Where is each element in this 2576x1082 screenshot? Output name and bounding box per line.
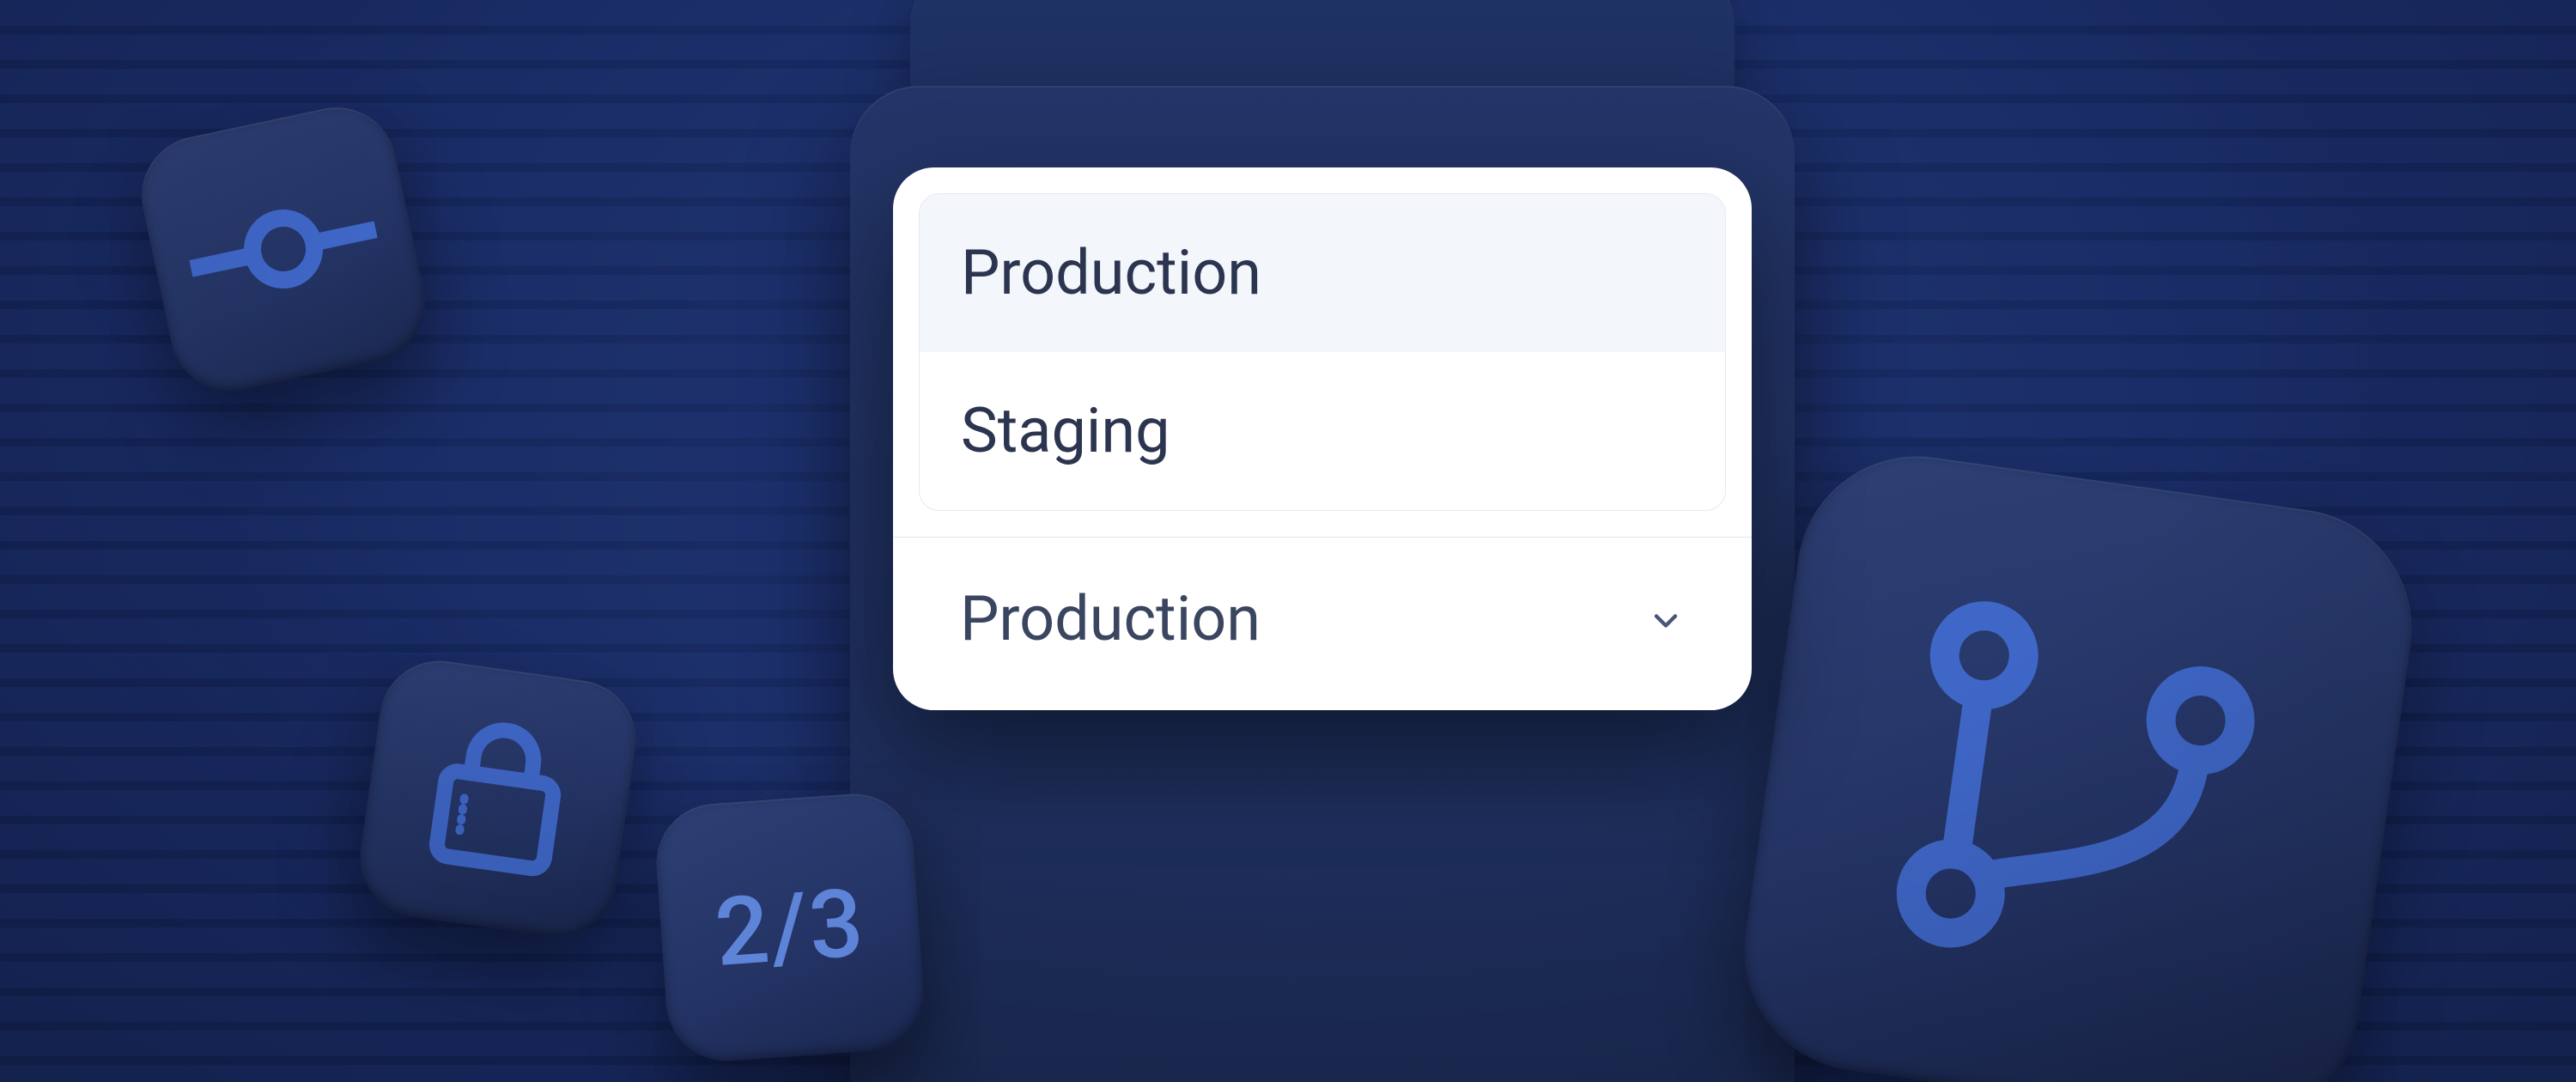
environment-select[interactable]: Production — [919, 538, 1726, 710]
environment-select-label: Production — [960, 582, 1261, 655]
environment-option-list: Production Staging — [919, 193, 1726, 511]
environment-dropdown-card: Production Staging Production — [893, 167, 1752, 710]
branch-tile — [1728, 441, 2427, 1082]
progress-text: 2/3 — [712, 867, 869, 988]
environment-option-production[interactable]: Production — [920, 194, 1725, 352]
git-branch-icon — [1836, 548, 2321, 1033]
commit-tile — [131, 96, 436, 402]
chevron-down-icon — [1647, 582, 1685, 655]
lock-tile — [353, 653, 644, 945]
stage: Production Staging Production 2/3 — [0, 0, 2576, 1082]
git-commit-icon — [180, 179, 386, 319]
lock-icon — [415, 708, 582, 890]
environment-option-staging[interactable]: Staging — [920, 352, 1725, 510]
progress-tile: 2/3 — [653, 790, 927, 1065]
